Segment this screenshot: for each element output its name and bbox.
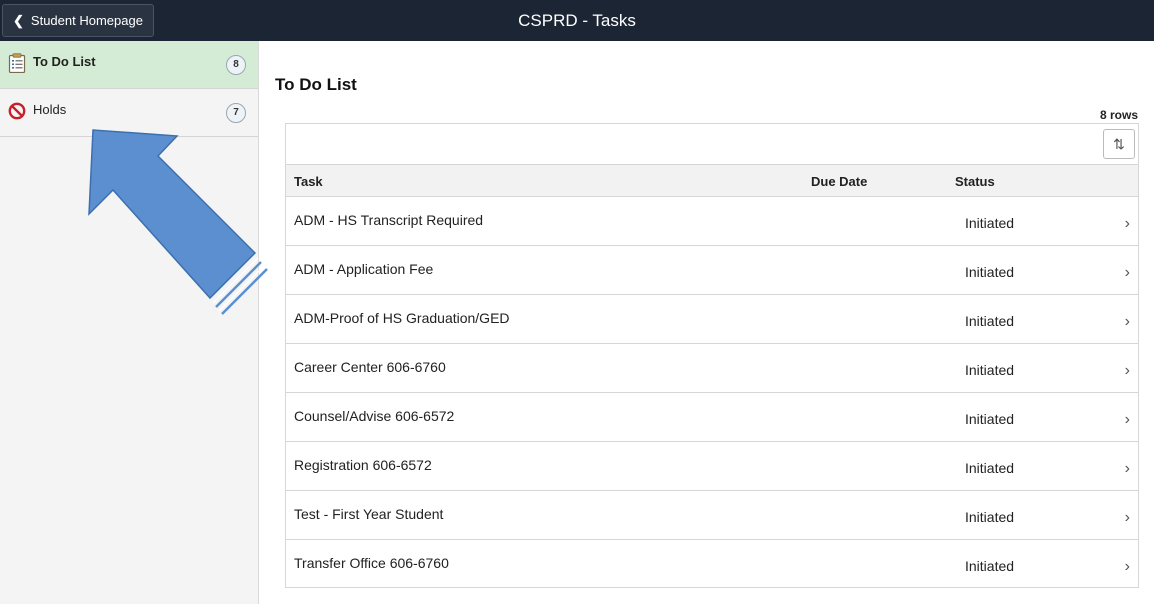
- no-entry-icon: [8, 101, 26, 121]
- table-row[interactable]: Transfer Office 606-6760 Initiated ›: [286, 540, 1138, 589]
- status-cell: Initiated: [965, 558, 1015, 574]
- sort-button[interactable]: ⇅: [1103, 129, 1135, 159]
- count-badge: 8: [226, 55, 246, 75]
- table-row[interactable]: Registration 606-6572 Initiated ›: [286, 442, 1138, 491]
- clipboard-icon: [8, 53, 26, 74]
- sort-arrows-icon: ⇅: [1113, 135, 1125, 152]
- top-header: ❮ Student Homepage CSPRD - Tasks: [0, 0, 1154, 41]
- sidebar: To Do List 8 Holds 7: [0, 41, 259, 604]
- table-row[interactable]: ADM - Application Fee Initiated ›: [286, 246, 1138, 295]
- table-row[interactable]: Career Center 606-6760 Initiated ›: [286, 344, 1138, 393]
- task-cell: Registration 606-6572: [294, 457, 432, 473]
- task-cell: ADM - Application Fee: [294, 261, 434, 277]
- task-cell: Test - First Year Student: [294, 506, 444, 522]
- back-button-label: Student Homepage: [30, 13, 143, 28]
- chevron-right-icon: ›: [1124, 264, 1130, 281]
- table-row[interactable]: Counsel/Advise 606-6572 Initiated ›: [286, 393, 1138, 442]
- status-cell: Initiated: [965, 313, 1015, 329]
- chevron-right-icon: ›: [1124, 362, 1130, 379]
- chevron-left-icon: ❮: [13, 12, 24, 28]
- status-cell: Initiated: [965, 362, 1015, 378]
- status-cell: Initiated: [965, 509, 1015, 525]
- table-row[interactable]: Test - First Year Student Initiated ›: [286, 491, 1138, 540]
- table-row[interactable]: ADM - HS Transcript Required Initiated ›: [286, 197, 1138, 246]
- column-header-task[interactable]: Task: [294, 174, 323, 189]
- count-badge: 7: [226, 103, 246, 123]
- task-cell: Counsel/Advise 606-6572: [294, 408, 455, 424]
- column-header-due-date[interactable]: Due Date: [811, 174, 867, 189]
- todo-grid: ⇅ Task Due Date Status ADM - HS Transcri…: [285, 123, 1139, 588]
- chevron-right-icon: ›: [1124, 215, 1130, 232]
- sidebar-item-to-do-list[interactable]: To Do List 8: [0, 41, 258, 89]
- grid-toolbar: ⇅: [286, 124, 1138, 165]
- chevron-right-icon: ›: [1124, 313, 1130, 330]
- task-cell: ADM - HS Transcript Required: [294, 212, 484, 228]
- sidebar-item-holds[interactable]: Holds 7: [0, 89, 258, 137]
- status-cell: Initiated: [965, 215, 1015, 231]
- table-header: Task Due Date Status: [286, 165, 1138, 197]
- status-cell: Initiated: [965, 411, 1015, 427]
- back-to-student-homepage-button[interactable]: ❮ Student Homepage: [2, 4, 154, 37]
- row-count: 8 rows: [1099, 108, 1138, 122]
- status-cell: Initiated: [965, 264, 1015, 280]
- task-cell: Transfer Office 606-6760: [294, 555, 449, 571]
- page-title: CSPRD - Tasks: [518, 11, 636, 30]
- chevron-right-icon: ›: [1124, 558, 1130, 575]
- section-title: To Do List: [275, 75, 357, 94]
- chevron-right-icon: ›: [1124, 411, 1130, 428]
- sidebar-item-label: To Do List: [33, 54, 96, 69]
- table-row[interactable]: ADM-Proof of HS Graduation/GED Initiated…: [286, 295, 1138, 344]
- chevron-right-icon: ›: [1124, 509, 1130, 526]
- task-cell: Career Center 606-6760: [294, 359, 446, 375]
- status-cell: Initiated: [965, 460, 1015, 476]
- chevron-right-icon: ›: [1124, 460, 1130, 477]
- column-header-status[interactable]: Status: [955, 174, 995, 189]
- task-cell: ADM-Proof of HS Graduation/GED: [294, 310, 510, 326]
- sidebar-item-label: Holds: [33, 102, 67, 117]
